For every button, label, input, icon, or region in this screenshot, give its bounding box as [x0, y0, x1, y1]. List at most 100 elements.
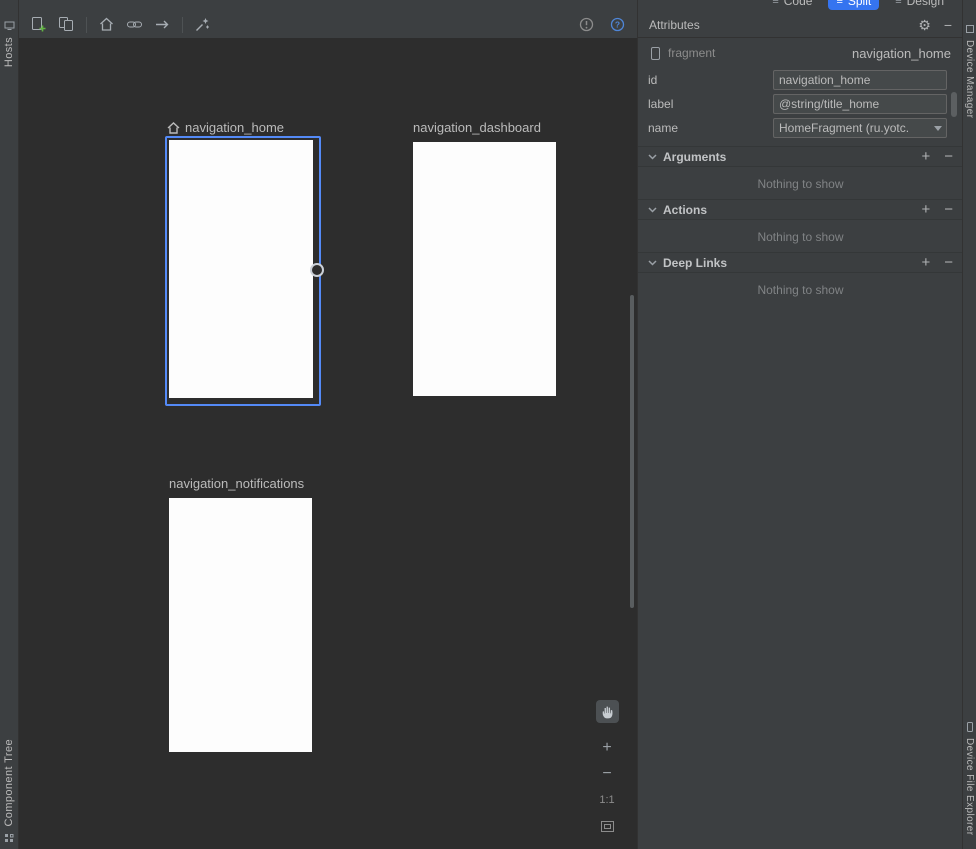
toolbar-separator: [182, 17, 183, 33]
attributes-panel-scrollbar[interactable]: [951, 92, 957, 117]
hand-icon: [601, 705, 614, 719]
actions-empty-text: Nothing to show: [638, 230, 963, 244]
tab-split-label: Split: [848, 0, 871, 8]
link-icon: [126, 16, 143, 33]
new-destination-icon: [30, 16, 47, 33]
fragment-dashboard-label-text: navigation_dashboard: [413, 120, 541, 135]
attributes-panel-header: Attributes ⚙ −: [638, 12, 963, 38]
tool-window-device-file-explorer[interactable]: Device File Explorer: [963, 722, 976, 835]
action-arrow-icon: [154, 16, 171, 33]
add-argument-button[interactable]: +: [921, 149, 930, 164]
remove-deep-link-button[interactable]: −: [944, 255, 953, 270]
toolbar-right-group: ?: [575, 14, 629, 36]
canvas-vertical-scrollbar[interactable]: [630, 295, 634, 608]
left-tool-stripe: Hosts Component Tree: [0, 0, 19, 849]
auto-arrange-button[interactable]: [191, 14, 214, 36]
remove-action-row-button[interactable]: −: [944, 202, 953, 217]
arguments-empty-text: Nothing to show: [638, 177, 963, 191]
navigation-graph-canvas[interactable]: navigation_home navigation_dashboard nav…: [19, 38, 637, 849]
fragment-notifications-label-text: navigation_notifications: [169, 476, 304, 491]
chevron-down-icon: [648, 154, 657, 160]
fragment-home-label-text: navigation_home: [185, 120, 284, 135]
field-row-name: name HomeFragment (ru.yotc.: [638, 118, 963, 138]
deep-links-section-title: Deep Links: [663, 256, 727, 270]
tool-window-hosts[interactable]: Hosts: [0, 20, 18, 67]
tab-split[interactable]: ≡ Split: [828, 0, 879, 10]
home-icon: [98, 16, 115, 33]
chevron-down-icon: [648, 260, 657, 266]
zoom-out-button[interactable]: −: [598, 765, 616, 783]
id-field-input[interactable]: [773, 70, 947, 90]
add-action-button[interactable]: [151, 14, 174, 36]
fragment-icon: [650, 47, 661, 60]
zoom-to-fit-button[interactable]: [598, 817, 616, 835]
field-row-label: label: [638, 94, 963, 114]
arguments-section-actions: + −: [921, 149, 953, 164]
help-icon: ?: [610, 17, 625, 32]
zoom-ratio-text: 1:1: [599, 794, 614, 806]
navigation-editor-toolbar: ?: [19, 11, 637, 38]
code-view-icon: ≡: [772, 0, 778, 7]
start-destination-home-icon: [167, 122, 180, 134]
hosts-label: Hosts: [3, 37, 15, 67]
fragment-dashboard-label: navigation_dashboard: [413, 120, 541, 135]
pan-tool-button[interactable]: [596, 700, 619, 723]
zoom-out-glyph: −: [602, 765, 611, 783]
help-button[interactable]: ?: [606, 14, 629, 36]
deep-links-empty-text: Nothing to show: [638, 283, 963, 297]
name-field-dropdown[interactable]: HomeFragment (ru.yotc.: [773, 118, 947, 138]
device-file-explorer-icon: [965, 722, 975, 732]
attributes-header-actions: ⚙ −: [918, 18, 952, 32]
section-deep-links-header[interactable]: Deep Links + −: [638, 252, 963, 273]
add-action-row-button[interactable]: +: [921, 202, 930, 217]
chevron-down-icon: [648, 207, 657, 213]
remove-argument-button[interactable]: −: [944, 149, 953, 164]
zoom-in-glyph: +: [602, 739, 611, 757]
zoom-to-fit-icon: [600, 819, 615, 834]
component-tree-label: Component Tree: [3, 739, 15, 827]
add-deep-link-button[interactable]: +: [921, 255, 930, 270]
gear-icon[interactable]: ⚙: [918, 18, 931, 32]
id-field-label: id: [648, 73, 773, 87]
deep-links-section-actions: + −: [921, 255, 953, 270]
tool-window-device-manager[interactable]: Device Manager: [963, 24, 976, 118]
device-file-explorer-label: Device File Explorer: [964, 738, 975, 835]
fragment-notifications-label: navigation_notifications: [169, 476, 304, 491]
fragment-dashboard-card[interactable]: [413, 142, 556, 396]
component-type-label: fragment: [668, 46, 715, 60]
tab-code[interactable]: ≡ Code: [764, 0, 820, 10]
fragment-home-card[interactable]: [169, 140, 313, 398]
arguments-section-title: Arguments: [663, 150, 726, 164]
device-manager-icon: [965, 24, 975, 34]
right-tool-stripe: Device Manager Device File Explorer: [962, 0, 976, 849]
zoom-in-button[interactable]: +: [598, 739, 616, 757]
label-field-input[interactable]: [773, 94, 947, 114]
tool-window-component-tree[interactable]: Component Tree: [0, 739, 18, 844]
hide-panel-button[interactable]: −: [944, 18, 952, 32]
auto-arrange-icon: [194, 16, 211, 33]
deep-link-button[interactable]: [123, 14, 146, 36]
fragment-notifications-card[interactable]: [169, 498, 312, 752]
selected-component-row: fragment navigation_home: [638, 44, 963, 62]
component-id-value: navigation_home: [852, 46, 951, 61]
attributes-title: Attributes: [649, 18, 700, 32]
field-row-id: id: [638, 70, 963, 90]
design-view-icon: ≡: [895, 0, 901, 7]
component-tree-icon: [4, 833, 15, 844]
zoom-ratio-indicator[interactable]: 1:1: [598, 791, 616, 809]
new-destination-button[interactable]: [27, 14, 50, 36]
section-arguments-header[interactable]: Arguments + −: [638, 146, 963, 167]
action-handle[interactable]: [310, 263, 324, 277]
split-view-icon: ≡: [836, 0, 842, 7]
tab-design[interactable]: ≡ Design: [887, 0, 952, 10]
hosts-icon: [4, 20, 15, 31]
section-actions-header[interactable]: Actions + −: [638, 199, 963, 220]
label-field-label: label: [648, 97, 773, 111]
nested-graph-button[interactable]: [55, 14, 78, 36]
chevron-down-icon: [929, 119, 946, 137]
assign-start-destination-button[interactable]: [95, 14, 118, 36]
device-manager-label: Device Manager: [964, 40, 975, 118]
nested-graph-icon: [58, 16, 75, 33]
actions-section-title: Actions: [663, 203, 707, 217]
issue-indicator-button[interactable]: [575, 14, 598, 36]
